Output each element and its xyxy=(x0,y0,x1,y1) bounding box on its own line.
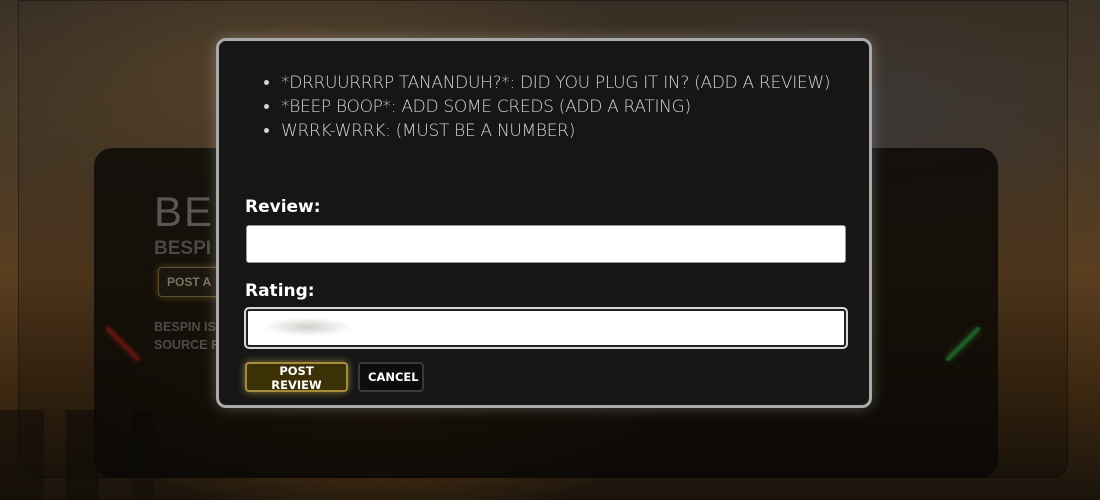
review-label: Review: xyxy=(245,197,321,217)
error-item: *BEEP BOOP*: ADD SOME CREDS (ADD A RATIN… xyxy=(281,95,841,119)
review-input[interactable] xyxy=(246,225,846,263)
error-item: *DRRUURRRP TANANDUH?*: DID YOU PLUG IT I… xyxy=(281,71,841,95)
error-item: WRRK-WRRK: (MUST BE A NUMBER) xyxy=(281,119,841,143)
error-list: *DRRUURRRP TANANDUH?*: DID YOU PLUG IT I… xyxy=(259,71,841,143)
post-review-button[interactable]: POST REVIEW xyxy=(245,362,348,392)
rating-input[interactable] xyxy=(246,309,846,347)
card-subtitle: BESPI xyxy=(154,238,212,259)
cancel-button[interactable]: CANCEL xyxy=(358,362,424,392)
review-modal: *DRRUURRRP TANANDUH?*: DID YOU PLUG IT I… xyxy=(216,38,872,408)
rating-label: Rating: xyxy=(245,281,315,301)
